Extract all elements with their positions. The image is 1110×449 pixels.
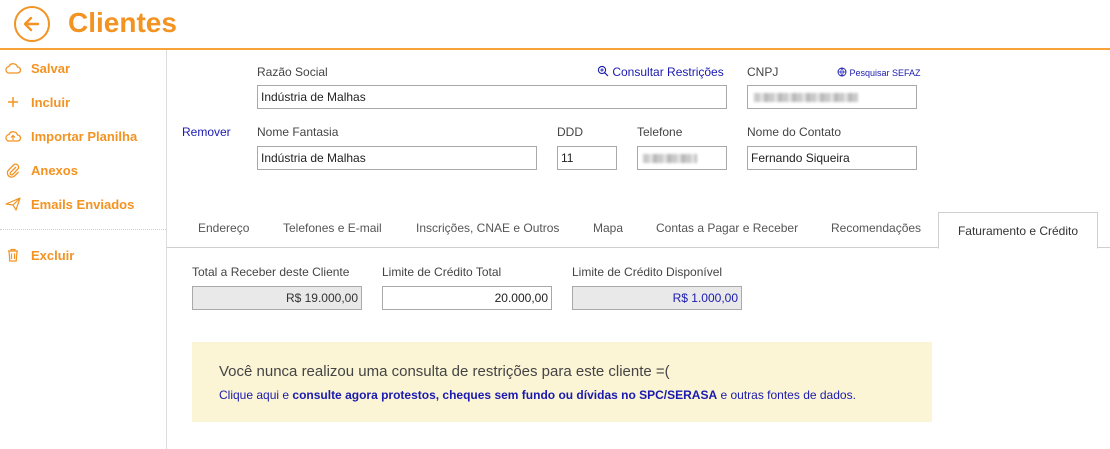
nome-contato-label: Nome do Contato: [747, 125, 842, 139]
limite-credito-input[interactable]: 20.000,00: [382, 286, 552, 310]
razao-social-input[interactable]: Indústria de Malhas: [257, 85, 727, 109]
clique-aqui-link[interactable]: Clique aqui: [219, 388, 279, 402]
telefone-input[interactable]: [637, 146, 727, 170]
limite-credito-label: Limite de Crédito Total: [382, 265, 502, 279]
total-receber-label: Total a Receber deste Cliente: [192, 265, 350, 279]
sidebar-item-salvar[interactable]: Salvar: [0, 54, 166, 84]
notice-text: e: [279, 388, 293, 402]
cnpj-label: CNPJ: [747, 65, 779, 79]
cnpj-redacted: [754, 93, 858, 102]
tab-recomendacoes[interactable]: Recomendações: [831, 221, 921, 235]
consultar-restricoes-label: Consultar Restrições: [612, 65, 724, 79]
pesquisar-sefaz-label: Pesquisar SEFAZ: [849, 68, 921, 78]
paper-plane-icon: [5, 197, 21, 211]
telefone-redacted: [643, 154, 697, 163]
notice-text: e outras fontes de dados.: [717, 388, 856, 402]
limite-disponivel-value: R$ 1.000,00: [572, 286, 742, 310]
cnpj-input[interactable]: [747, 85, 917, 109]
tab-telefones-email[interactable]: Telefones e E-mail: [283, 221, 382, 235]
tab-contas[interactable]: Contas a Pagar e Receber: [656, 221, 798, 235]
tab-label: Faturamento e Crédito: [957, 224, 1079, 238]
sidebar-item-importar-planilha[interactable]: Importar Planilha: [0, 122, 166, 152]
limite-disponivel-label: Limite de Crédito Disponível: [572, 265, 723, 279]
header-bar: Clientes: [0, 0, 1110, 50]
nome-fantasia-label: Nome Fantasia: [257, 125, 339, 139]
sidebar-item-label: Emails Enviados: [31, 197, 135, 212]
search-icon: [597, 65, 609, 77]
tab-mapa[interactable]: Mapa: [593, 221, 623, 235]
notice-title: Você nunca realizou uma consulta de rest…: [219, 363, 670, 380]
cloud-icon: [5, 63, 22, 74]
cloud-upload-icon: [5, 131, 22, 142]
tab-endereco[interactable]: Endereço: [198, 221, 249, 235]
paperclip-icon: [6, 163, 20, 178]
consultar-restricoes-link[interactable]: Consultar Restrições: [597, 65, 724, 79]
notice-message: Clique aqui e consulte agora protestos, …: [219, 388, 856, 402]
tab-inscricoes[interactable]: Inscrições, CNAE e Outros: [416, 221, 559, 235]
sidebar-item-excluir[interactable]: Excluir: [0, 241, 166, 271]
page-title: Clientes: [68, 7, 177, 38]
sidebar-item-label: Importar Planilha: [31, 129, 138, 144]
ddd-input[interactable]: 11: [557, 146, 617, 170]
sidebar: Salvar Incluir Importar Planilha Anexos …: [0, 50, 167, 449]
ddd-label: DDD: [557, 125, 583, 139]
sidebar-item-label: Anexos: [31, 163, 78, 178]
nome-contato-input[interactable]: Fernando Siqueira: [747, 146, 917, 170]
sidebar-item-label: Salvar: [31, 61, 71, 76]
arrow-left-icon: [23, 16, 40, 32]
remover-link[interactable]: Remover: [182, 125, 231, 139]
tab-faturamento-credito[interactable]: Faturamento e Crédito: [938, 212, 1098, 249]
consulte-agora-link[interactable]: consulte agora protestos, cheques sem fu…: [292, 388, 717, 402]
sidebar-item-incluir[interactable]: Incluir: [0, 88, 166, 118]
restrictions-notice: Você nunca realizou uma consulta de rest…: [192, 342, 932, 422]
globe-icon: [837, 67, 847, 77]
pesquisar-sefaz-link[interactable]: Pesquisar SEFAZ: [837, 67, 921, 78]
sidebar-item-anexos[interactable]: Anexos: [0, 156, 166, 186]
sidebar-divider: [0, 229, 166, 230]
trash-icon: [8, 248, 18, 262]
razao-social-label: Razão Social: [257, 65, 328, 79]
sidebar-item-label: Incluir: [31, 95, 71, 110]
sidebar-item-label: Excluir: [31, 248, 75, 263]
total-receber-value: R$ 19.000,00: [192, 286, 362, 310]
nome-fantasia-input[interactable]: Indústria de Malhas: [257, 146, 537, 170]
plus-icon: [8, 97, 18, 107]
telefone-label: Telefone: [637, 125, 683, 139]
back-button[interactable]: [14, 6, 50, 42]
sidebar-item-emails-enviados[interactable]: Emails Enviados: [0, 190, 166, 220]
